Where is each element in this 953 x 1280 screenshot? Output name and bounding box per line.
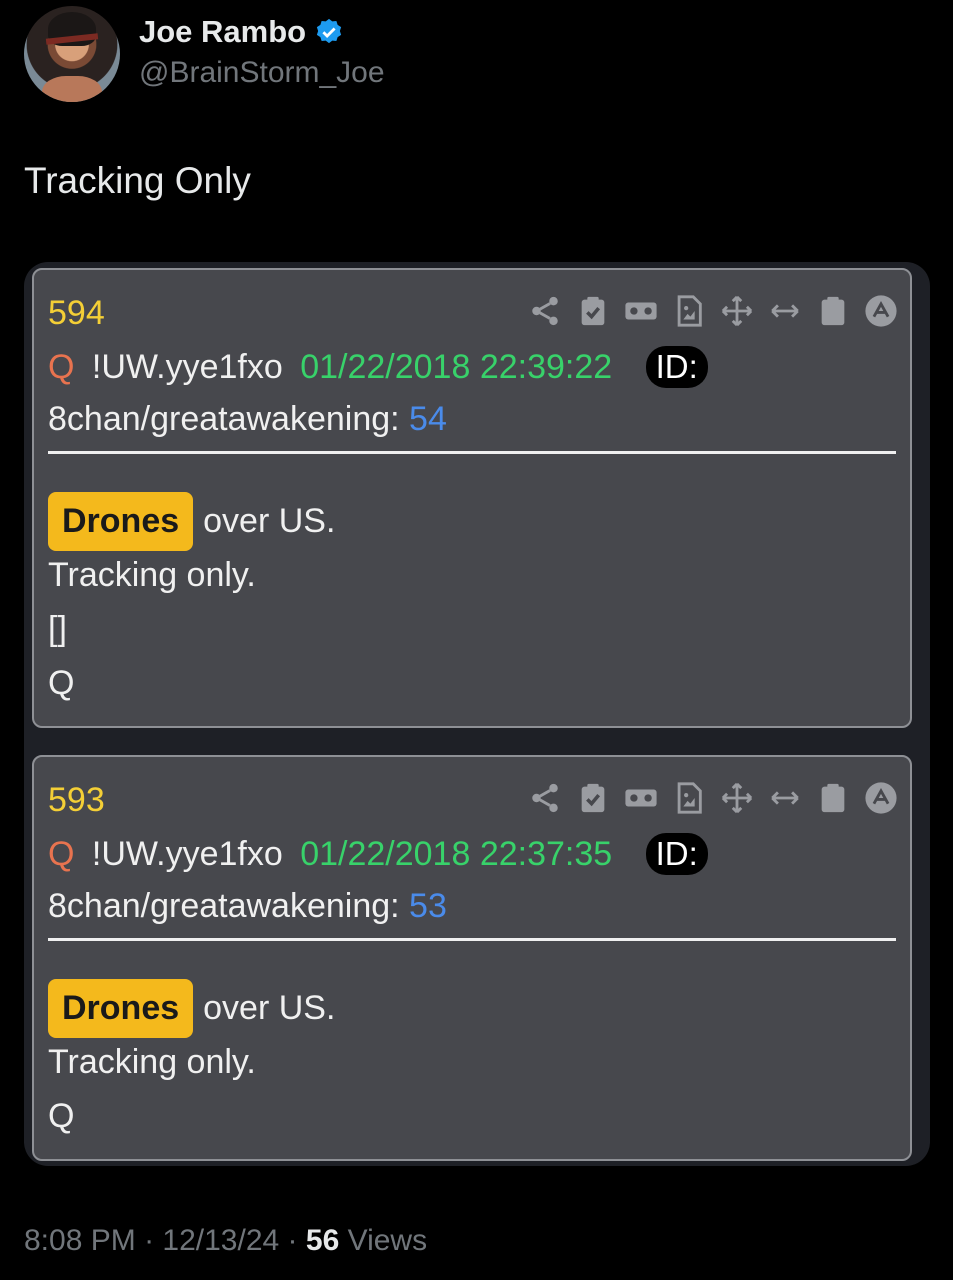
post-datetime: 01/22/2018 22:37:35 bbox=[300, 835, 613, 873]
highlight-tag: Drones bbox=[48, 978, 194, 1038]
image-file-icon[interactable] bbox=[672, 781, 706, 815]
separator: · bbox=[287, 1224, 298, 1257]
post-number: 594 bbox=[48, 294, 105, 332]
post-author: Q bbox=[48, 348, 75, 386]
arrow-up-circle-icon[interactable] bbox=[864, 781, 898, 815]
board-post-count[interactable]: 54 bbox=[409, 400, 447, 438]
arrow-up-circle-icon[interactable] bbox=[864, 294, 898, 328]
highlight-tag: Drones bbox=[48, 491, 194, 551]
post-meta: Q !UW.yye1fxo 01/22/2018 22:37:35 ID: bbox=[48, 833, 708, 875]
tripcode: !UW.yye1fxo bbox=[91, 348, 283, 386]
post-body: Drones over US. Tracking only. Q bbox=[48, 978, 336, 1143]
author-handle[interactable]: @BrainStorm_Joe bbox=[139, 56, 385, 90]
board-name: 8chan/greatawakening: bbox=[48, 400, 400, 438]
tweet-date[interactable]: 12/13/24 bbox=[162, 1224, 279, 1257]
separator: · bbox=[144, 1224, 155, 1257]
post-toolbar bbox=[528, 294, 898, 328]
post-author: Q bbox=[48, 835, 75, 873]
tripcode: !UW.yye1fxo bbox=[91, 835, 283, 873]
board-line: 8chan/greatawakening: 53 bbox=[48, 887, 447, 926]
author-name[interactable]: Joe Rambo bbox=[139, 14, 306, 50]
post-line: Tracking only. bbox=[48, 1042, 256, 1081]
post-line: Tracking only. bbox=[48, 555, 256, 594]
clipboard-icon[interactable] bbox=[816, 294, 850, 328]
board-name: 8chan/greatawakening: bbox=[48, 887, 400, 925]
move-icon[interactable] bbox=[720, 781, 754, 815]
clipboard-check-icon[interactable] bbox=[576, 294, 610, 328]
post-toolbar bbox=[528, 781, 898, 815]
tweet-text: Tracking Only bbox=[24, 160, 251, 201]
board-post-count[interactable]: 53 bbox=[409, 887, 447, 925]
divider bbox=[48, 451, 896, 454]
vr-glasses-icon[interactable] bbox=[624, 781, 658, 815]
post-line: over US. bbox=[203, 501, 336, 540]
image-file-icon[interactable] bbox=[672, 294, 706, 328]
id-badge: ID: bbox=[645, 833, 708, 875]
horizontal-arrows-icon[interactable] bbox=[768, 781, 802, 815]
divider bbox=[48, 938, 896, 941]
post-line: Q bbox=[48, 1096, 75, 1135]
move-icon[interactable] bbox=[720, 294, 754, 328]
share-icon[interactable] bbox=[528, 781, 562, 815]
post-number: 593 bbox=[48, 781, 105, 819]
post-datetime: 01/22/2018 22:39:22 bbox=[300, 348, 613, 386]
share-icon[interactable] bbox=[528, 294, 562, 328]
verified-badge-icon bbox=[316, 18, 342, 44]
author-name-row[interactable]: Joe Rambo bbox=[139, 14, 344, 50]
horizontal-arrows-icon[interactable] bbox=[768, 294, 802, 328]
vr-glasses-icon[interactable] bbox=[624, 294, 658, 328]
views-label: Views bbox=[347, 1224, 428, 1257]
q-post-card: 594 Q !UW.yye1fxo 01/22/2018 22:39:22 ID… bbox=[32, 268, 912, 728]
avatar[interactable] bbox=[24, 6, 120, 102]
post-line: over US. bbox=[203, 988, 336, 1027]
post-body: Drones over US. Tracking only. [] Q bbox=[48, 491, 336, 710]
post-line: [] bbox=[48, 609, 67, 648]
tweet-media-image[interactable]: 594 Q !UW.yye1fxo 01/22/2018 22:39:22 ID… bbox=[24, 262, 930, 1166]
board-line: 8chan/greatawakening: 54 bbox=[48, 400, 447, 439]
clipboard-icon[interactable] bbox=[816, 781, 850, 815]
clipboard-check-icon[interactable] bbox=[576, 781, 610, 815]
tweet-footer: 8:08 PM · 12/13/24 · 56 Views bbox=[24, 1224, 427, 1258]
id-badge: ID: bbox=[645, 346, 708, 388]
post-meta: Q !UW.yye1fxo 01/22/2018 22:39:22 ID: bbox=[48, 346, 708, 388]
q-post-card: 593 Q !UW.yye1fxo 01/22/2018 22:37:35 ID… bbox=[32, 755, 912, 1161]
views-count: 56 bbox=[305, 1224, 340, 1257]
post-line: Q bbox=[48, 663, 75, 702]
tweet-time[interactable]: 8:08 PM bbox=[24, 1224, 136, 1257]
